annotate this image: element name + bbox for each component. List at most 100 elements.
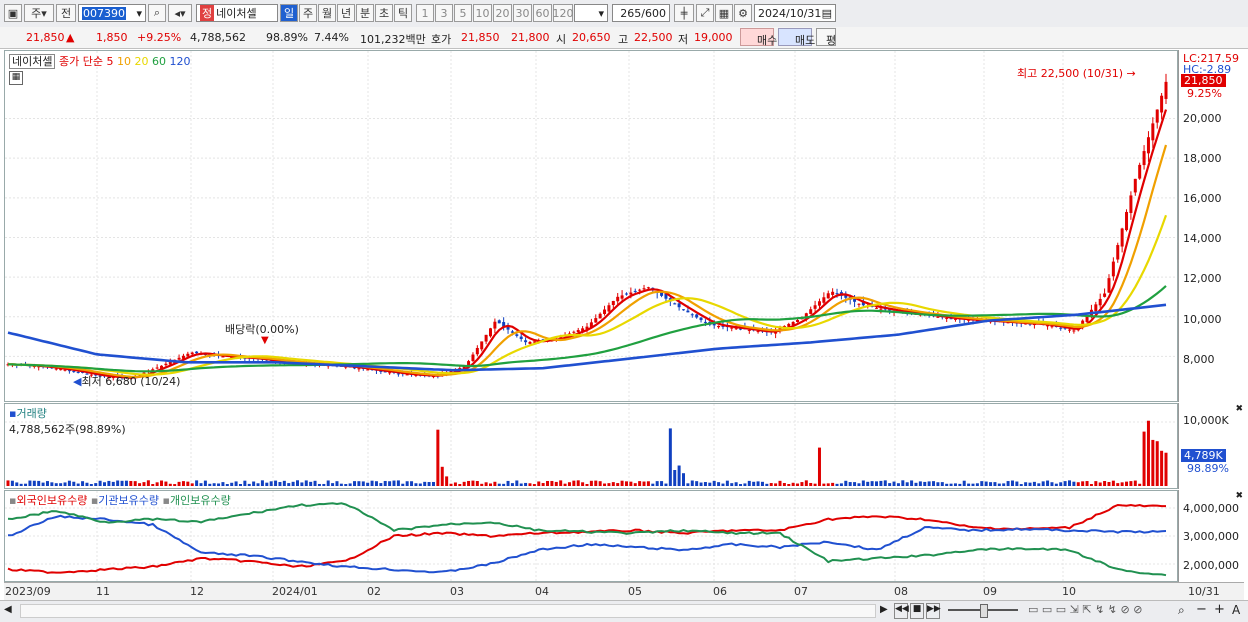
y-tick: 12,000 <box>1183 272 1222 285</box>
interval-20-button[interactable]: 20 <box>493 4 512 22</box>
magnifier-icon[interactable]: ⌕ <box>1178 603 1185 618</box>
legend-ma-5[interactable]: 5 <box>106 55 113 68</box>
candle-body <box>730 327 734 329</box>
date-field[interactable]: 2024/10/31 ▤ <box>754 4 836 22</box>
candle-body <box>734 328 738 330</box>
interval-120-button[interactable]: 120 <box>553 4 574 22</box>
scroll-left-icon[interactable]: ◀ <box>4 604 12 615</box>
volume-title[interactable]: 거래량 <box>16 407 46 420</box>
candle-body <box>638 289 642 291</box>
forward-icon[interactable]: ▶▶ <box>926 603 941 619</box>
stock-name-field[interactable]: 정 네이처셀 <box>196 4 278 22</box>
volume-y-axis[interactable]: ✖ 10,000K 4,789K 98.89% <box>1178 403 1245 489</box>
market-type-select[interactable]: 주 ▾ <box>24 4 54 22</box>
legend-individual[interactable]: 개인보유수량 <box>170 494 231 507</box>
volume-bar <box>506 480 510 486</box>
rewind-icon[interactable]: ◀◀ <box>894 603 909 619</box>
period-week-button[interactable]: 주 <box>299 4 317 22</box>
zoom-in-icon[interactable]: + <box>1214 602 1225 617</box>
candle-type-icon[interactable]: ╪ <box>674 4 694 22</box>
period-minute-button[interactable]: 분 <box>356 4 374 22</box>
x-axis[interactable]: 2023/09 11 12 2024/01 02 03 04 05 06 07 … <box>4 582 1244 600</box>
drawing-tools[interactable]: ▭ ▭ ▭ ⇲ ⇱ ↯ ↯ ⊘ ⊘ <box>1028 603 1142 616</box>
scroll-right-icon[interactable]: ▶ <box>880 604 888 615</box>
x-tick: 03 <box>450 585 464 598</box>
zoom-slider-handle[interactable] <box>980 604 988 618</box>
interval-30-button[interactable]: 30 <box>513 4 532 22</box>
x-tick: 08 <box>894 585 908 598</box>
price-chart[interactable] <box>5 51 1177 401</box>
volume-bar <box>1032 481 1036 486</box>
legend-ma-60[interactable]: 60 <box>152 55 166 68</box>
period-tick-button[interactable]: 틱 <box>394 4 412 22</box>
trend-tool-icon[interactable]: ⤢ <box>696 4 714 22</box>
volume-close-icon[interactable]: ✖ <box>1235 404 1243 414</box>
volume-panel[interactable]: ▪거래량 4,788,562주(98.89%) <box>4 403 1178 489</box>
interval-5-button[interactable]: 5 <box>454 4 472 22</box>
volume-bar <box>199 483 203 486</box>
candle-body <box>686 310 690 313</box>
speaker-icon[interactable]: ◂▾ <box>168 4 192 22</box>
interval-60-button[interactable]: 60 <box>533 4 552 22</box>
volume-bar <box>1063 481 1067 486</box>
volume-bar <box>344 484 348 486</box>
calendar-icon[interactable]: ▤ <box>822 7 832 20</box>
volume-bar <box>309 481 313 486</box>
legend-stock-name[interactable]: 네이처셀 <box>9 54 56 69</box>
price-chart-panel[interactable]: 네이처셀 종가 단순 5 10 20 60 120 ▦ 최고 22,500 (1… <box>4 50 1178 402</box>
volume-bar <box>475 481 479 486</box>
volume-bar <box>730 483 734 486</box>
font-size-icon[interactable]: A <box>1232 603 1240 617</box>
search-icon[interactable]: ⌕ <box>148 4 166 22</box>
legend-ma-type[interactable]: 종가 단순 <box>59 55 103 68</box>
volume-bar <box>883 480 887 486</box>
sell-button[interactable]: 매도 <box>778 28 815 47</box>
save-icon[interactable]: ▦ <box>715 4 733 22</box>
candle-body <box>677 303 681 308</box>
custom-interval-select[interactable]: ▾ <box>574 4 608 22</box>
data-total: /600 <box>641 6 666 20</box>
y-tick: 2,000,000 <box>1183 559 1239 572</box>
legend-ma-120[interactable]: 120 <box>169 55 190 68</box>
legend-ma-10[interactable]: 10 <box>117 55 131 68</box>
candle-body <box>572 331 576 333</box>
legend-ma-20[interactable]: 20 <box>134 55 148 68</box>
grid-toggle-icon[interactable]: ▦ <box>9 71 23 85</box>
interval-3-button[interactable]: 3 <box>435 4 453 22</box>
interval-1-button[interactable]: 1 <box>416 4 434 22</box>
scroll-track[interactable] <box>20 604 876 618</box>
volume-chart[interactable] <box>5 404 1177 488</box>
settings-gear-icon[interactable]: ⚙ <box>734 4 752 22</box>
holder-y-axis[interactable]: ✖ 4,000,000 3,000,000 2,000,000 <box>1178 490 1245 582</box>
legend-institution[interactable]: 기관보유수량 <box>98 494 159 507</box>
period-year-button[interactable]: 년 <box>337 4 355 22</box>
volume-bar <box>817 447 821 486</box>
interval-10-button[interactable]: 10 <box>473 4 492 22</box>
buy-button[interactable]: 매수 <box>740 28 777 47</box>
volume-bar <box>366 482 370 486</box>
volume-bar <box>28 480 32 486</box>
holder-panel[interactable]: ▪외국인보유수량 ▪기관보유수량 ▪개인보유수량 <box>4 490 1178 582</box>
period-day-button[interactable]: 일 <box>280 4 298 22</box>
period-second-button[interactable]: 초 <box>375 4 393 22</box>
window-menu-icon[interactable]: ▣ <box>4 4 22 22</box>
avg-button[interactable]: 평 <box>816 28 836 47</box>
stop-icon[interactable]: ■ <box>910 603 924 619</box>
all-toggle[interactable]: 전 <box>56 4 76 22</box>
period-label: 주 <box>302 7 314 20</box>
volume-bar <box>725 480 729 486</box>
zoom-out-icon[interactable]: − <box>1196 602 1207 617</box>
data-count-field[interactable]: 265/600 <box>612 4 670 22</box>
period-month-button[interactable]: 월 <box>318 4 336 22</box>
stock-code-input[interactable]: 007390 ▾ <box>78 4 146 22</box>
volume-bar <box>800 482 804 486</box>
price-y-axis[interactable]: LC:217.59 HC:-2.89 21,850 9.25% 20,000 1… <box>1178 50 1245 402</box>
legend-foreign[interactable]: 외국인보유수량 <box>16 494 87 507</box>
bid-price: 21,800 <box>511 31 550 44</box>
volume-bar <box>616 483 620 486</box>
volume-bar <box>734 482 738 486</box>
candle-body <box>1111 261 1115 277</box>
holder-close-icon[interactable]: ✖ <box>1235 491 1243 501</box>
volume-bar <box>607 483 611 486</box>
volume-bar <box>252 481 256 486</box>
